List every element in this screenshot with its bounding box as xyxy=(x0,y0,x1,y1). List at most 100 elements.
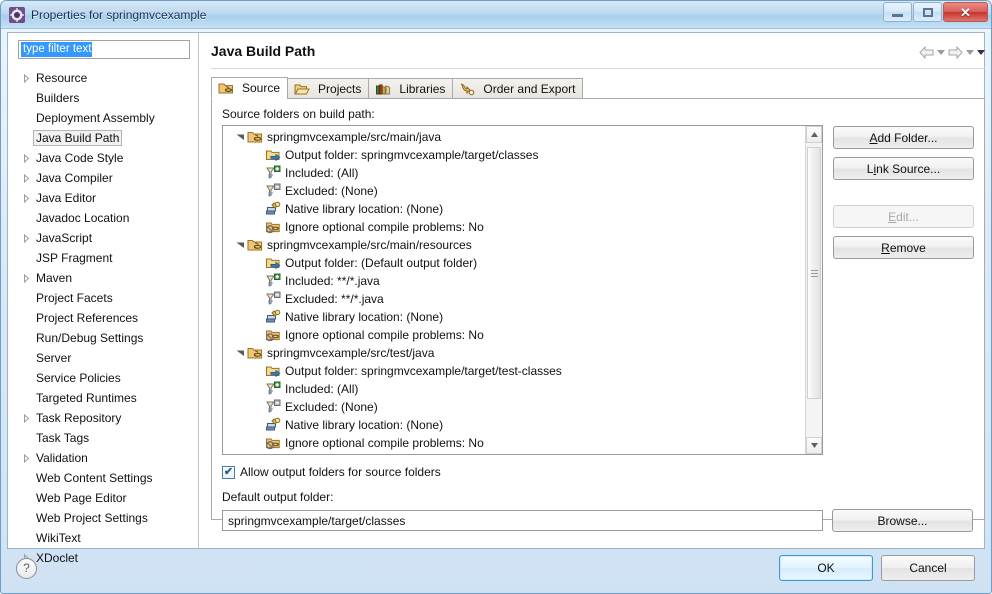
collapse-arrow-icon[interactable] xyxy=(233,242,247,249)
source-folder-attribute-row[interactable]: Excluded: (None) xyxy=(223,398,805,416)
sidebar-item-service-policies[interactable]: Service Policies xyxy=(8,368,198,388)
tab-libraries[interactable]: Libraries xyxy=(368,78,454,99)
tab-order-and-export[interactable]: Order and Export xyxy=(452,78,584,99)
source-folder-attribute-row[interactable]: Native library location: (None) xyxy=(223,416,805,434)
sidebar-item-builders[interactable]: Builders xyxy=(8,88,198,108)
source-list-scrollbar[interactable] xyxy=(805,126,822,454)
expand-arrow-icon[interactable] xyxy=(20,173,33,183)
add-folder-button[interactable]: Add Folder... xyxy=(833,126,974,149)
sidebar-item-javadoc-location[interactable]: Javadoc Location xyxy=(8,208,198,228)
scrollbar-grip-icon xyxy=(810,268,818,279)
default-output-folder-input[interactable]: springmvcexample/target/classes xyxy=(222,510,823,531)
view-menu-icon[interactable] xyxy=(977,50,985,55)
sidebar-item-java-code-style[interactable]: Java Code Style xyxy=(8,148,198,168)
sidebar-item-label: Java Build Path xyxy=(33,130,123,146)
source-folder-row[interactable]: springmvcexample/src/main/java xyxy=(223,128,805,146)
scroll-up-button[interactable] xyxy=(806,126,822,143)
expand-arrow-icon[interactable] xyxy=(20,453,33,463)
sidebar-item-resource[interactable]: Resource xyxy=(8,68,198,88)
source-folder-attribute-row[interactable]: Native library location: (None) xyxy=(223,200,805,218)
source-folder-attribute-row[interactable]: Included: (All) xyxy=(223,380,805,398)
sidebar-item-javascript[interactable]: JavaScript xyxy=(8,228,198,248)
sidebar-item-label: Java Compiler xyxy=(36,171,113,185)
source-folder-attribute-row[interactable]: Ignore optional compile problems: No xyxy=(223,218,805,236)
ignore-problems-icon xyxy=(265,435,281,451)
source-folder-row[interactable]: springmvcexample/src/main/resources xyxy=(223,236,805,254)
allow-output-folders-checkbox[interactable]: ✔ xyxy=(222,465,235,479)
expand-arrow-icon[interactable] xyxy=(20,153,33,163)
forward-arrow-icon[interactable] xyxy=(948,46,963,59)
included-filter-icon xyxy=(265,273,281,289)
sidebar-item-jsp-fragment[interactable]: JSP Fragment xyxy=(8,248,198,268)
filter-input[interactable]: type filter text xyxy=(18,40,190,59)
tab-projects[interactable]: Projects xyxy=(287,78,370,99)
page-navigation xyxy=(919,43,985,59)
sidebar-item-deployment-assembly[interactable]: Deployment Assembly xyxy=(8,108,198,128)
maximize-button[interactable] xyxy=(913,2,942,22)
expand-arrow-icon[interactable] xyxy=(20,193,33,203)
sidebar-item-validation[interactable]: Validation xyxy=(8,448,198,468)
source-folder-attribute-row[interactable]: Output folder: (Default output folder) xyxy=(223,254,805,272)
sidebar-item-java-build-path[interactable]: Java Build Path xyxy=(8,128,198,148)
source-folder-attribute-row[interactable]: Excluded: **/*.java xyxy=(223,290,805,308)
sidebar-item-web-page-editor[interactable]: Web Page Editor xyxy=(8,488,198,508)
sidebar-item-task-tags[interactable]: Task Tags xyxy=(8,428,198,448)
source-folder-attribute-row[interactable]: Included: **/*.java xyxy=(223,272,805,290)
expand-arrow-icon[interactable] xyxy=(20,413,33,423)
sidebar-item-run-debug-settings[interactable]: Run/Debug Settings xyxy=(8,328,198,348)
sidebar-item-targeted-runtimes[interactable]: Targeted Runtimes xyxy=(8,388,198,408)
source-folder-attribute-row[interactable]: Ignore optional compile problems: No xyxy=(223,434,805,452)
source-folders-list[interactable]: springmvcexample/src/main/java Output fol… xyxy=(222,125,823,455)
scrollbar-thumb[interactable] xyxy=(807,147,821,399)
source-folder-attribute-row[interactable]: Native library location: (None) xyxy=(223,308,805,326)
sidebar-item-label: Service Policies xyxy=(36,371,121,385)
allow-output-folders-row[interactable]: ✔ Allow output folders for source folder… xyxy=(222,465,974,479)
sidebar-item-web-project-settings[interactable]: Web Project Settings xyxy=(8,508,198,528)
remove-button[interactable]: Remove xyxy=(833,236,974,259)
sidebar-item-project-facets[interactable]: Project Facets xyxy=(8,288,198,308)
sidebar-item-web-content-settings[interactable]: Web Content Settings xyxy=(8,468,198,488)
collapse-arrow-icon[interactable] xyxy=(233,350,247,357)
sidebar-item-server[interactable]: Server xyxy=(8,348,198,368)
source-folder-attribute-row[interactable]: Output folder: springmvcexample/target/c… xyxy=(223,146,805,164)
source-folder-attribute-row[interactable]: Output folder: springmvcexample/target/t… xyxy=(223,362,805,380)
settings-tree: Resource Builders Deployment Assembly Java … xyxy=(8,65,198,568)
source-folder-attribute-row[interactable]: Ignore optional compile problems: No xyxy=(223,326,805,344)
help-glyph: ? xyxy=(23,561,30,575)
scrollbar-track[interactable] xyxy=(806,143,822,437)
tab-source[interactable]: Source xyxy=(211,77,289,99)
back-history-dropdown-icon[interactable] xyxy=(937,50,945,55)
link-source-button[interactable]: Link Source... xyxy=(833,157,974,180)
sidebar-item-wikitext[interactable]: WikiText xyxy=(8,528,198,548)
maximize-icon xyxy=(922,7,933,17)
expand-arrow-icon[interactable] xyxy=(20,273,33,283)
help-icon[interactable]: ? xyxy=(16,557,37,579)
scroll-down-button[interactable] xyxy=(806,437,822,454)
sidebar-item-java-compiler[interactable]: Java Compiler xyxy=(8,168,198,188)
browse-button[interactable]: Browse... xyxy=(832,509,973,532)
dialog-footer: ? OK Cancel xyxy=(7,549,985,587)
minimize-icon xyxy=(892,13,903,17)
sidebar-item-java-editor[interactable]: Java Editor xyxy=(8,188,198,208)
source-folder-attribute-row[interactable]: Excluded: (None) xyxy=(223,182,805,200)
sidebar-item-maven[interactable]: Maven xyxy=(8,268,198,288)
source-folder-row[interactable]: springmvcexample/src/test/java xyxy=(223,344,805,362)
minimize-button[interactable] xyxy=(883,2,912,22)
cancel-button[interactable]: Cancel xyxy=(881,555,975,581)
source-folder-icon xyxy=(218,80,234,96)
expand-arrow-icon[interactable] xyxy=(20,233,33,243)
back-arrow-icon[interactable] xyxy=(919,46,934,59)
expand-arrow-icon[interactable] xyxy=(20,73,33,83)
button-group-spacer xyxy=(833,188,974,197)
ok-button[interactable]: OK xyxy=(779,555,873,581)
sidebar-item-label: Web Project Settings xyxy=(36,511,148,525)
default-output-folder-value: springmvcexample/target/classes xyxy=(228,513,406,528)
sidebar-item-label: Project Facets xyxy=(36,291,113,305)
sidebar-item-task-repository[interactable]: Task Repository xyxy=(8,408,198,428)
native-library-icon xyxy=(265,417,281,433)
source-folder-attribute-row[interactable]: Included: (All) xyxy=(223,164,805,182)
close-button[interactable]: ✕ xyxy=(943,2,988,22)
sidebar-item-project-references[interactable]: Project References xyxy=(8,308,198,328)
collapse-arrow-icon[interactable] xyxy=(233,134,247,141)
forward-history-dropdown-icon[interactable] xyxy=(966,50,974,55)
